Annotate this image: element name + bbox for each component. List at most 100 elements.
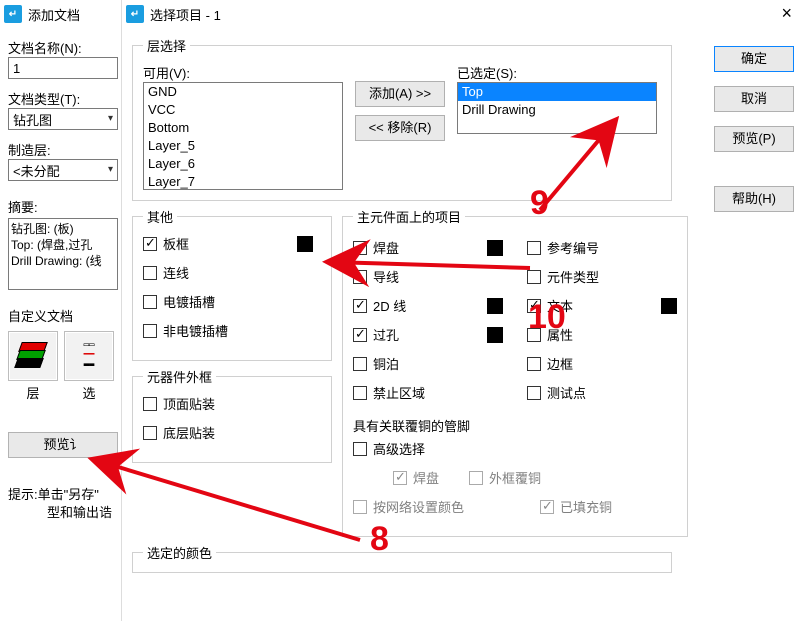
checkbox-filled: 已填充铜 <box>540 497 612 516</box>
summary-label: 摘要: <box>8 197 123 216</box>
checkbox-keepout[interactable]: 禁止区域 <box>353 383 503 402</box>
checkbox-icon <box>143 397 157 411</box>
left-panel: 文档名称(N): 文档类型(T): 钻孔图 ▾ 制造层: <未分配 ▾ 摘要: … <box>8 28 123 613</box>
other-legend: 其他 <box>143 207 177 226</box>
checkbox-board-outline[interactable]: 板框 <box>143 234 313 253</box>
checkbox-icon <box>353 442 367 456</box>
remove-button[interactable]: << 移除(R) <box>355 115 445 141</box>
checkbox-assoc-pad: 焊盘 <box>393 468 439 487</box>
mfg-combo[interactable]: <未分配 ▾ <box>8 159 118 181</box>
list-item[interactable]: VCC <box>144 101 342 119</box>
dlg-title: 选择项目 - 1 <box>150 5 221 24</box>
custom-label: 自定义文档 <box>8 306 123 325</box>
checkbox-icon <box>469 471 483 485</box>
selected-listbox[interactable]: Top Drill Drawing <box>457 82 657 134</box>
checkbox-icon <box>393 471 407 485</box>
color-swatch[interactable] <box>487 327 503 343</box>
checkbox-icon <box>353 500 367 514</box>
checkbox-icon <box>143 426 157 440</box>
annotation-8: 8 <box>370 520 389 559</box>
checkbox-icon <box>527 270 541 284</box>
checkbox-icon <box>353 299 367 313</box>
app-icon: ↵ <box>126 5 144 23</box>
checkbox-icon <box>143 266 157 280</box>
checkbox-icon <box>353 328 367 342</box>
checkbox-icon <box>353 386 367 400</box>
selected-label: 已选定(S): <box>457 63 657 82</box>
summary-box[interactable]: 钻孔图: (板) Top: (焊盘,过孔 Drill Drawing: (线 <box>8 218 118 290</box>
list-item[interactable]: Layer_6 <box>144 155 342 173</box>
layers-button[interactable] <box>8 331 58 381</box>
layer-select-group: 层选择 可用(V): GND VCC Bottom Layer_5 Layer_… <box>132 36 672 201</box>
color-swatch[interactable] <box>487 240 503 256</box>
checkbox-icon <box>353 357 367 371</box>
checkbox-icon <box>143 295 157 309</box>
list-item[interactable]: Layer_5 <box>144 137 342 155</box>
component-outline-group: 元器件外框 顶面贴装 底层贴装 <box>132 367 332 463</box>
select-items-dialog: ↵ 选择项目 - 1 × 确定 取消 预览(P) 帮助(H) 层选择 可用(V)… <box>121 0 800 621</box>
checkbox-icon <box>353 270 367 284</box>
summary-line: Drill Drawing: (线 <box>11 253 115 269</box>
color-swatch[interactable] <box>661 298 677 314</box>
checkbox-plated-slot[interactable]: 电镀插槽 <box>143 292 321 311</box>
checkbox-connections[interactable]: 连线 <box>143 263 321 282</box>
checkbox-top-smd[interactable]: 顶面贴装 <box>143 394 321 413</box>
checkbox-advanced[interactable]: 高级选择 <box>353 439 425 458</box>
main-items-group: 主元件面上的项目 焊盘 导线 <box>342 207 688 537</box>
checkbox-icon <box>143 324 157 338</box>
name-input[interactable] <box>8 57 118 79</box>
checkbox-parttype[interactable]: 元件类型 <box>527 267 677 286</box>
mfg-label: 制造层: <box>8 140 123 159</box>
preview-button[interactable]: 预览讠 <box>8 432 118 458</box>
checkbox-nonplated-slot[interactable]: 非电镀插槽 <box>143 321 321 340</box>
list-item[interactable]: GND <box>144 83 342 101</box>
selected-color-group: 选定的颜色 <box>132 543 672 573</box>
checkbox-2d[interactable]: 2D 线 <box>353 296 503 315</box>
summary-line: Top: (焊盘,过孔 <box>11 237 115 253</box>
checkbox-icon <box>143 237 157 251</box>
add-button[interactable]: 添加(A) >> <box>355 81 445 107</box>
list-item[interactable]: Top <box>458 83 656 101</box>
checkbox-edge[interactable]: 边框 <box>527 354 677 373</box>
chevron-down-icon: ▾ <box>108 113 113 124</box>
checkbox-bynet: 按网络设置颜色 <box>353 497 464 516</box>
list-item[interactable]: Layer_7 <box>144 173 342 190</box>
annotation-9: 9 <box>530 184 549 223</box>
color-swatch[interactable] <box>297 236 313 252</box>
type-value: 钻孔图 <box>13 110 52 129</box>
list-item[interactable]: Bottom <box>144 119 342 137</box>
hint-text: 提示:单击"另存" 型和输出诰 <box>8 486 123 522</box>
layers-icon <box>16 342 50 370</box>
layer-select-legend: 层选择 <box>143 36 190 55</box>
outline-legend: 元器件外框 <box>143 367 216 386</box>
color-swatch[interactable] <box>487 298 503 314</box>
color-legend: 选定的颜色 <box>143 543 216 562</box>
summary-line: 钻孔图: (板) <box>11 221 115 237</box>
other-group: 其他 板框 连线 电镀插槽 <box>132 207 332 361</box>
mfg-value: <未分配 <box>13 161 60 180</box>
checkbox-refdes[interactable]: 参考编号 <box>527 238 677 257</box>
checkbox-pad[interactable]: 焊盘 <box>353 238 503 257</box>
left-title: 添加文档 <box>28 5 80 24</box>
checkbox-via[interactable]: 过孔 <box>353 325 503 344</box>
checkbox-wire[interactable]: 导线 <box>353 267 503 286</box>
chevron-down-icon: ▾ <box>108 164 113 175</box>
checkbox-bottom-smd[interactable]: 底层贴装 <box>143 423 321 442</box>
close-icon[interactable]: × <box>781 4 792 22</box>
checkbox-icon <box>540 500 554 514</box>
available-label: 可用(V): <box>143 63 343 82</box>
checkbox-assoc-outline: 外框覆铜 <box>469 468 541 487</box>
select-button[interactable]: ▭▭ ━━ ▬▬ <box>64 331 114 381</box>
assoc-label: 具有关联覆铜的管脚 <box>353 416 677 435</box>
available-listbox[interactable]: GND VCC Bottom Layer_5 Layer_6 Layer_7 <box>143 82 343 190</box>
main-items-legend: 主元件面上的项目 <box>353 207 465 226</box>
checkbox-testpoint[interactable]: 测试点 <box>527 383 677 402</box>
type-combo[interactable]: 钻孔图 ▾ <box>8 108 118 130</box>
layer-btn-label: 层 <box>8 383 58 402</box>
list-item[interactable]: Drill Drawing <box>458 101 656 119</box>
checkbox-icon <box>527 357 541 371</box>
checkbox-icon <box>353 241 367 255</box>
checkbox-icon <box>527 241 541 255</box>
checkbox-copper[interactable]: 铜泊 <box>353 354 503 373</box>
name-label: 文档名称(N): <box>8 38 123 57</box>
